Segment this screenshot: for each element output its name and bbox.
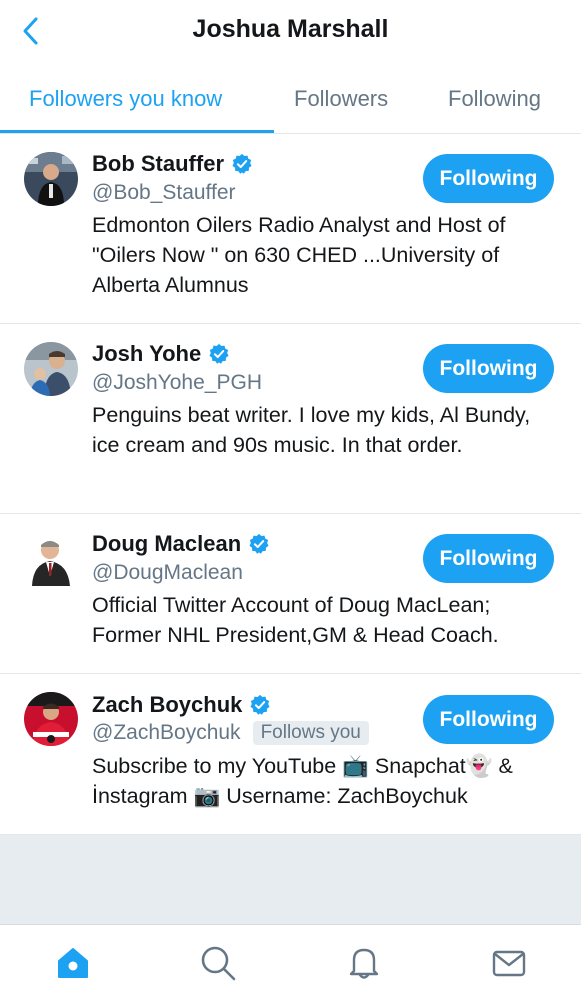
handle-line: @Bob_Stauffer <box>92 181 236 205</box>
search-icon <box>201 946 236 981</box>
user-handle: @ZachBoychuk <box>92 721 241 744</box>
bell-icon <box>349 948 379 979</box>
nav-home-button[interactable] <box>53 943 93 983</box>
active-tab-indicator <box>0 130 274 133</box>
home-icon <box>58 948 88 978</box>
page-title: Joshua Marshall <box>192 15 389 43</box>
user-handle: @Bob_Stauffer <box>92 181 236 204</box>
nav-search-button[interactable] <box>198 943 238 983</box>
verified-badge-icon <box>209 343 229 364</box>
user-row[interactable]: Doug Maclean @DougMaclean Official Twitt… <box>0 514 581 674</box>
nav-notifications-button[interactable] <box>344 943 384 983</box>
user-bio: Edmonton Oilers Radio Analyst and Host o… <box>92 213 506 297</box>
following-button[interactable]: Following <box>423 154 554 203</box>
user-name[interactable]: Josh Yohe <box>92 341 201 367</box>
user-row[interactable]: Josh Yohe @JoshYohe_PGH Penguins beat wr… <box>0 324 581 514</box>
handle-line: @JoshYohe_PGH <box>92 371 262 395</box>
user-name-line: Josh Yohe <box>92 341 230 367</box>
user-bio: Official Twitter Account of Doug MacLean… <box>92 593 499 647</box>
user-bio: Penguins beat writer. I love my kids, Al… <box>92 403 531 457</box>
mail-icon <box>492 950 526 977</box>
user-handle: @JoshYohe_PGH <box>92 371 262 394</box>
avatar[interactable] <box>24 692 78 746</box>
user-name[interactable]: Bob Stauffer <box>92 151 224 177</box>
tab-followers[interactable]: Followers <box>294 86 388 112</box>
user-name-line: Doug Maclean <box>92 531 270 557</box>
user-row[interactable]: Bob Stauffer @Bob_Stauffer Edmonton Oile… <box>0 134 581 324</box>
bottom-tab-bar <box>0 924 581 1000</box>
user-handle: @DougMaclean <box>92 561 243 584</box>
avatar[interactable] <box>24 342 78 396</box>
user-name[interactable]: Doug Maclean <box>92 531 241 557</box>
user-name-line: Zach Boychuk <box>92 692 271 718</box>
following-button[interactable]: Following <box>423 534 554 583</box>
nav-messages-button[interactable] <box>489 943 529 983</box>
following-button[interactable]: Following <box>423 344 554 393</box>
user-row[interactable]: Zach Boychuk @ZachBoychuk Follows you Su… <box>0 674 581 835</box>
user-name[interactable]: Zach Boychuk <box>92 692 242 718</box>
user-list: Bob Stauffer @Bob_Stauffer Edmonton Oile… <box>0 134 581 835</box>
handle-line: @ZachBoychuk Follows you <box>92 721 369 745</box>
tab-followers-you-know[interactable]: Followers you know <box>29 86 222 112</box>
verified-badge-icon <box>232 153 252 174</box>
verified-badge-icon <box>250 694 270 715</box>
avatar[interactable] <box>24 532 78 586</box>
verified-badge-icon <box>249 533 269 554</box>
follows-you-badge: Follows you <box>252 721 369 745</box>
tab-following[interactable]: Following <box>448 86 541 112</box>
header-bar: Joshua Marshall <box>0 0 581 62</box>
user-name-line: Bob Stauffer <box>92 151 253 177</box>
user-bio: Subscribe to my YouTube 📺 Snapchat👻 & İn… <box>92 754 513 808</box>
following-button[interactable]: Following <box>423 695 554 744</box>
empty-list-area <box>0 835 581 924</box>
avatar[interactable] <box>24 152 78 206</box>
tab-bar: Followers you know Followers Following <box>0 62 581 134</box>
handle-line: @DougMaclean <box>92 561 243 585</box>
